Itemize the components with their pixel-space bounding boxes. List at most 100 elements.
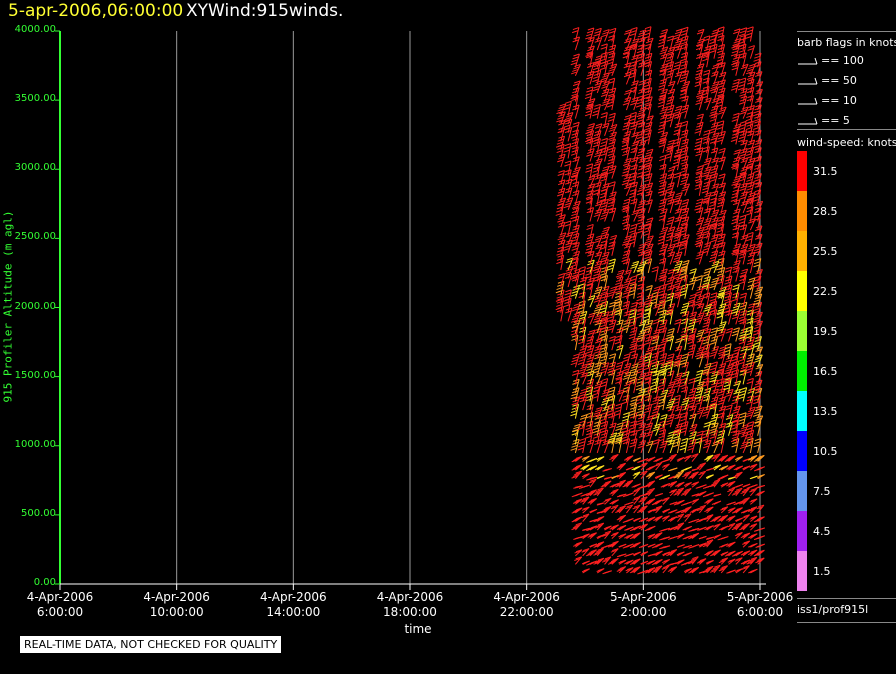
wind-barb [733, 28, 741, 42]
wind-barb [666, 198, 675, 214]
wind-barb [682, 552, 693, 557]
wind-barb [742, 514, 750, 522]
wind-barb [580, 533, 590, 540]
wind-barb [739, 497, 750, 505]
colorbar-label: 1.5 [813, 565, 831, 578]
wind-barb [593, 27, 602, 42]
wind-barb [622, 52, 630, 68]
wind-barb [674, 71, 683, 85]
wind-barb [676, 533, 685, 540]
wind-barb [585, 27, 595, 42]
wind-barb [746, 377, 754, 394]
wind-barb [571, 522, 583, 531]
wind-barb [610, 548, 619, 557]
wind-barb [571, 470, 583, 479]
wind-barb [717, 106, 727, 119]
wind-barb [701, 318, 711, 334]
wind-barb [631, 465, 641, 471]
wind-barb [556, 254, 565, 270]
wind-barb [687, 438, 697, 454]
wind-barb [608, 335, 617, 351]
wind-barb [633, 457, 641, 462]
wind-barb [645, 471, 656, 480]
wind-barb [574, 549, 583, 557]
barb-glyph-icon [798, 117, 818, 125]
wind-barb [676, 456, 685, 462]
wind-barb [613, 403, 623, 419]
wind-barb [749, 463, 758, 471]
wind-barb [570, 285, 580, 299]
barb-legend-label: == 10 [821, 94, 857, 107]
wind-barb [679, 437, 689, 454]
wind-barb [616, 566, 627, 574]
wind-barb [585, 123, 596, 136]
wind-barb [632, 471, 641, 480]
wind-barb [587, 498, 597, 505]
wind-barb [731, 327, 740, 342]
wind-barb [687, 344, 696, 359]
wind-barb [691, 498, 700, 505]
legend-divider [797, 598, 896, 599]
wind-barb [713, 534, 722, 540]
wind-barb [660, 458, 671, 463]
wind-barb [748, 533, 758, 540]
wind-barb [747, 45, 755, 59]
wind-barb [733, 465, 744, 471]
wind-barb [687, 318, 697, 334]
barb-legend-item: == 100 [797, 54, 864, 67]
wind-barb [679, 163, 689, 179]
wind-barb [602, 468, 612, 472]
wind-barb [717, 474, 729, 480]
wind-barb [726, 569, 736, 574]
wind-barb [676, 551, 685, 557]
wind-barb [691, 481, 700, 488]
wind-barb [753, 527, 765, 532]
wind-barb [676, 513, 685, 522]
wind-barb [726, 541, 736, 548]
wind-barb [704, 97, 712, 111]
colorbar-swatch [797, 511, 807, 551]
colorbar-swatch [797, 311, 807, 351]
wind-barb [594, 123, 603, 136]
wind-barb [629, 438, 638, 454]
wind-barb [718, 525, 729, 531]
x-axis-label: time [404, 622, 432, 636]
wind-barb [589, 508, 598, 514]
wind-barb [674, 372, 683, 385]
wind-barb [588, 478, 597, 488]
colorbar-label: 4.5 [813, 525, 831, 538]
wind-barb [646, 415, 654, 428]
barb-legend-label: == 100 [821, 54, 864, 67]
colorbar-swatch [797, 231, 807, 271]
wind-barb [581, 568, 590, 574]
wind-barb [587, 312, 596, 325]
wind-barb [702, 232, 711, 248]
colorbar-label: 25.5 [813, 245, 838, 258]
wind-barb [596, 456, 605, 462]
wind-barb [578, 334, 586, 351]
colorbar-label: 13.5 [813, 405, 838, 418]
colorbar-swatch [797, 471, 807, 511]
wind-barb [580, 496, 590, 505]
colorbar-swatch [797, 351, 807, 391]
wind-barb [645, 440, 654, 454]
wind-barb [570, 353, 580, 368]
wind-barb [585, 429, 594, 445]
wind-barb [581, 513, 590, 522]
wind-barb [755, 363, 764, 377]
wind-barb [572, 121, 580, 136]
wind-barb [667, 566, 678, 574]
colorbar-label: 16.5 [813, 365, 838, 378]
wind-barb [688, 556, 699, 565]
wind-barb [586, 457, 598, 463]
wind-barb [742, 465, 751, 471]
y-tick-label: 500.00 [21, 507, 56, 519]
wind-barb [596, 502, 605, 506]
wind-barb [732, 483, 744, 489]
wind-barb [571, 334, 579, 351]
wind-barb [644, 525, 656, 532]
wind-barb [593, 516, 605, 523]
wind-barb [608, 181, 616, 196]
wind-barb [645, 284, 653, 299]
wind-barb [675, 559, 685, 565]
